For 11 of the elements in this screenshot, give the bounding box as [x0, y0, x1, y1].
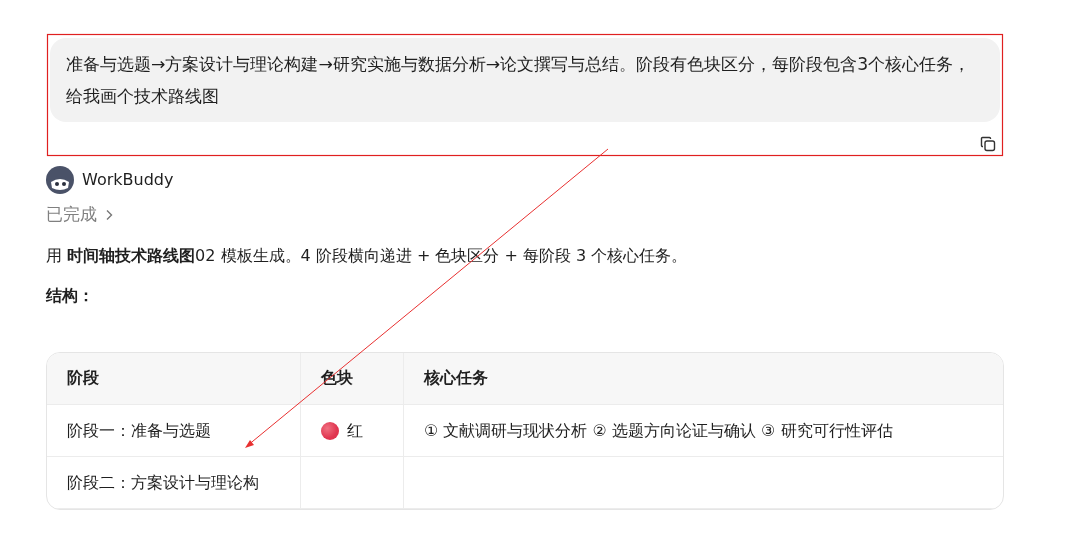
section-title: 结构： — [46, 284, 95, 307]
table-cell: 阶段一：准备与选题 — [47, 404, 301, 457]
color-label: 红 — [346, 419, 363, 442]
table-cell: 阶段二：方案设计与理论构 — [47, 456, 301, 509]
assistant-name: WorkBuddy — [82, 169, 174, 191]
table-cell: ① 文献调研与现状分析 ② 选题方向论证与确认 ③ 研究可行性评估 — [403, 404, 1003, 457]
column-header: 阶段 — [47, 352, 301, 405]
column-header: 核心任务 — [403, 352, 1003, 405]
message-text: 给我画个技术路线图 — [66, 85, 220, 108]
message-text: 准备与选题→方案设计与理论构建→研究实施与数据分析→论文撰写与总结。阶段有色块区分，每阶段包含3个核心任务， — [66, 53, 972, 76]
status-link[interactable]: 已完成 — [46, 202, 97, 228]
